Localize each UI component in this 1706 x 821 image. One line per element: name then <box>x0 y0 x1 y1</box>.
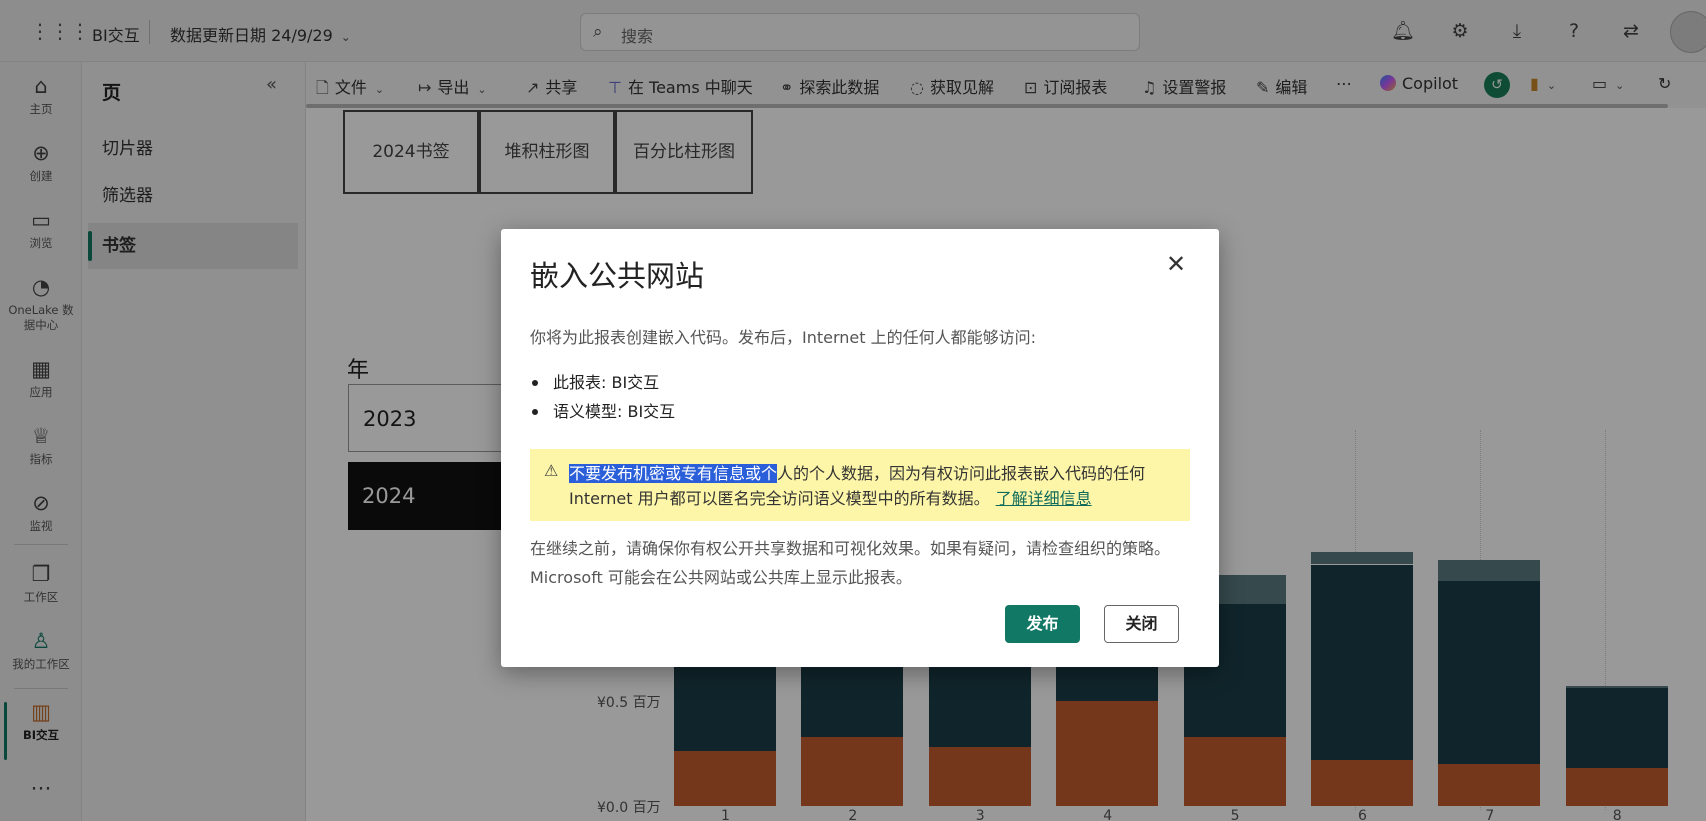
warning-text: 不要发布机密或专有信息或个人的个人数据，因为有权访问此报表嵌入代码的任何 Int… <box>569 461 1179 511</box>
warning-banner: ⚠ 不要发布机密或专有信息或个人的个人数据，因为有权访问此报表嵌入代码的任何 I… <box>530 449 1190 521</box>
embed-public-dialog: 嵌入公共网站 ✕ 你将为此报表创建嵌入代码。发布后，Internet 上的任何人… <box>501 229 1219 667</box>
close-icon[interactable]: ✕ <box>1161 249 1191 279</box>
dialog-intro: 你将为此报表创建嵌入代码。发布后，Internet 上的任何人都能够访问: <box>530 328 1037 347</box>
warning-icon: ⚠ <box>544 461 559 480</box>
close-button[interactable]: 关闭 <box>1104 605 1179 643</box>
warning-highlight: 不要发布机密或专有信息或个 <box>569 464 778 483</box>
publish-button[interactable]: 发布 <box>1005 605 1080 643</box>
learn-more-link[interactable]: 了解详细信息 <box>996 489 1092 508</box>
dialog-list: 此报表: BI交互 语义模型: BI交互 <box>530 368 675 426</box>
dialog-note: 在继续之前，请确保你有权公开共享数据和可视化效果。如果有疑问，请检查组织的策略。… <box>530 539 1171 587</box>
list-item: 此报表: BI交互 <box>530 368 675 397</box>
dialog-title: 嵌入公共网站 <box>530 259 705 293</box>
list-item: 语义模型: BI交互 <box>530 397 675 426</box>
